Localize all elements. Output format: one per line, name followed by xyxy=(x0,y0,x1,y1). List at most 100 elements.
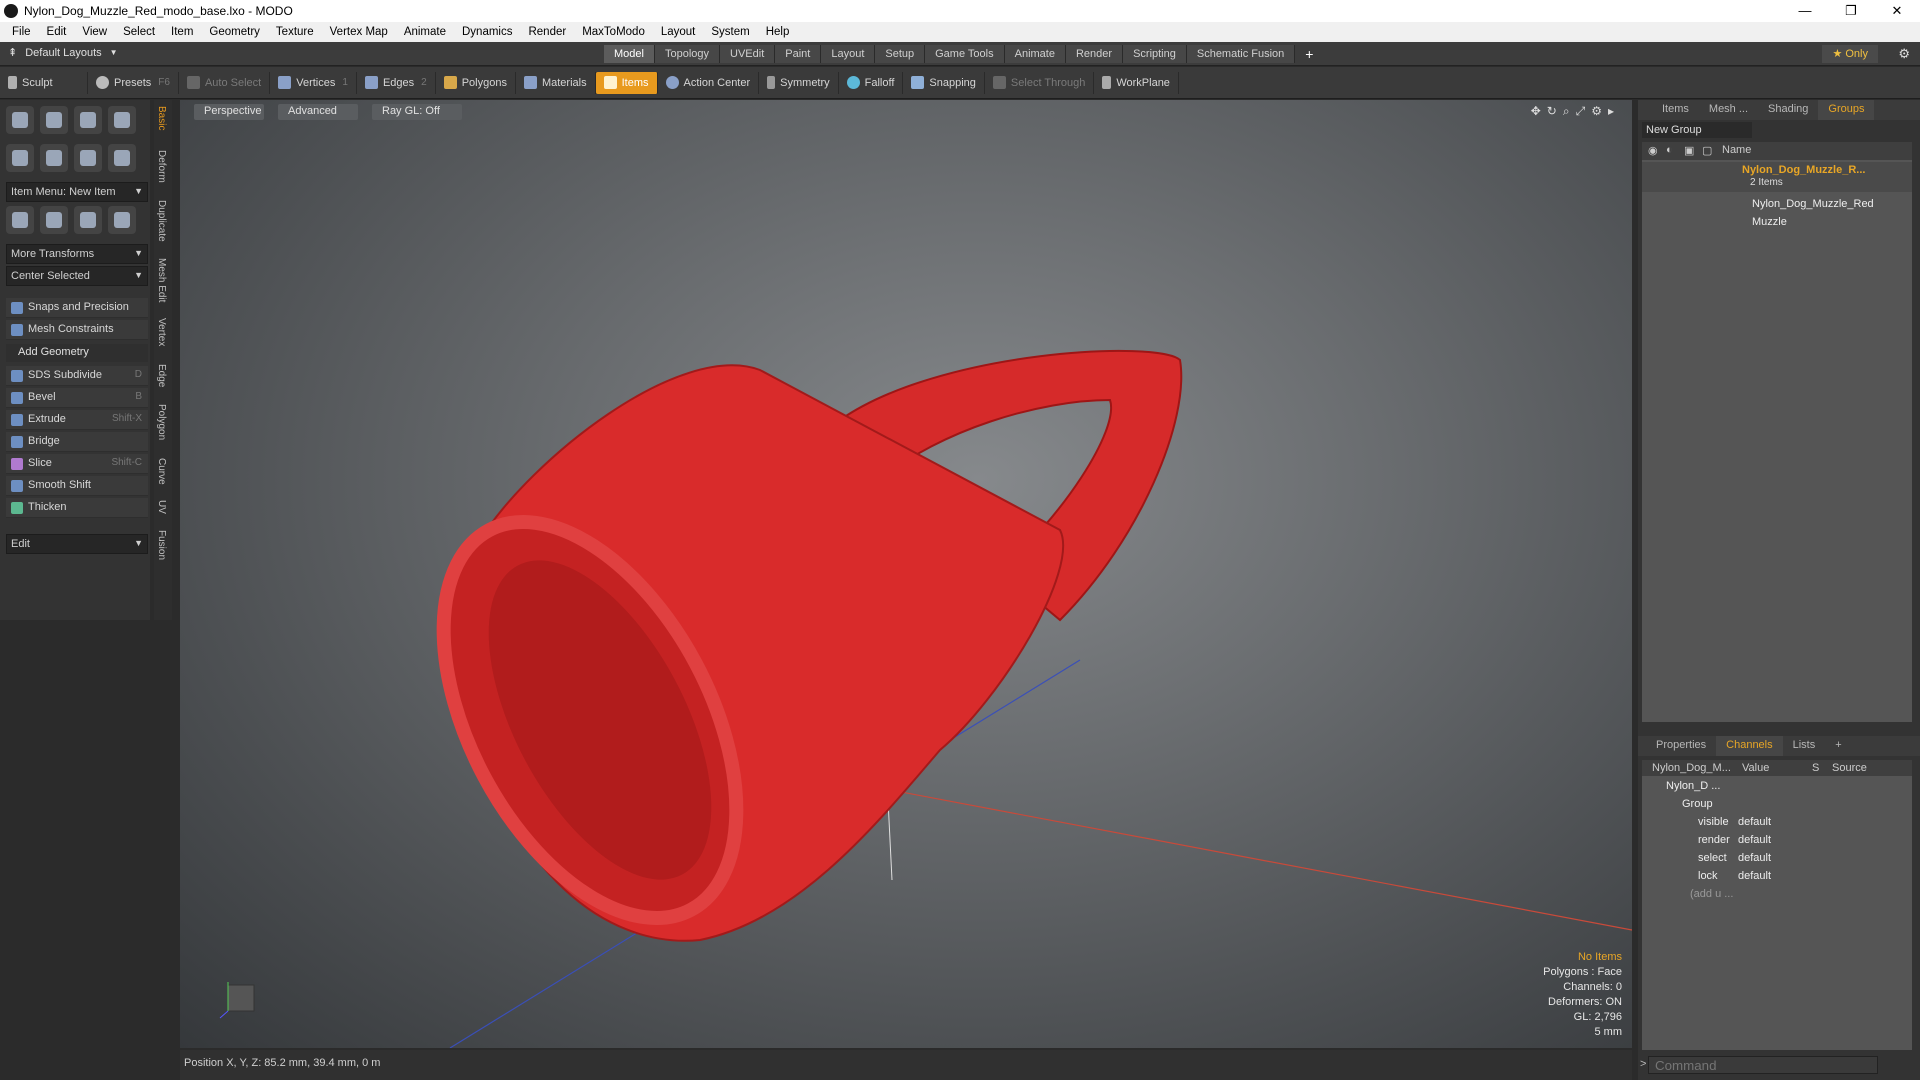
auto-select-button[interactable]: Auto Select xyxy=(179,71,271,94)
menu-render[interactable]: Render xyxy=(520,26,574,38)
item-menu-dropdown[interactable]: Item Menu: New Item ▼ xyxy=(6,182,148,202)
cylinder-icon[interactable] xyxy=(74,106,102,134)
tab-render[interactable]: Render xyxy=(1065,45,1124,63)
menu-texture[interactable]: Texture xyxy=(268,26,322,38)
sds-subdivide-button[interactable]: SDS Subdivide D xyxy=(6,366,148,386)
vtab-edge[interactable]: Edge xyxy=(156,364,167,387)
transform-icon[interactable] xyxy=(108,206,136,234)
edit-dropdown[interactable]: Edit ▼ xyxy=(6,534,148,554)
visibility-eye-icon[interactable]: ◉ xyxy=(1648,144,1658,157)
menu-system[interactable]: System xyxy=(703,26,757,38)
minimize-button[interactable]: — xyxy=(1782,0,1828,22)
tree-item-mesh[interactable]: Nylon_Dog_Muzzle_Red xyxy=(1642,196,1912,214)
action-center-button[interactable]: Action Center xyxy=(658,71,760,94)
menu-maxtomodo[interactable]: MaxToModo xyxy=(574,26,653,38)
gear-icon[interactable]: ⚙ xyxy=(1898,46,1910,62)
tree-item-muzzle[interactable]: Muzzle xyxy=(1642,214,1912,232)
tab-animate[interactable]: Animate xyxy=(1004,45,1066,63)
presets-button[interactable]: Presets F6 xyxy=(88,71,179,94)
menu-view[interactable]: View xyxy=(74,26,115,38)
ch-visible-value[interactable]: default xyxy=(1738,816,1771,828)
ch-render-value[interactable]: default xyxy=(1738,834,1771,846)
tab-groups[interactable]: Groups xyxy=(1818,100,1875,120)
command-input[interactable] xyxy=(1648,1056,1878,1074)
vtab-fusion[interactable]: Fusion xyxy=(156,530,167,560)
items-button[interactable]: Items xyxy=(595,71,658,94)
menu-dynamics[interactable]: Dynamics xyxy=(454,26,520,38)
sculpt-button[interactable]: Sculpt xyxy=(0,71,88,94)
3d-viewport[interactable]: Perspective Advanced Ray GL: Off ✥ ↻ ⌕ ⤢… xyxy=(180,100,1632,1048)
layouts-dropdown[interactable]: Default Layouts xyxy=(25,47,101,59)
scale-icon[interactable] xyxy=(74,206,102,234)
slice-button[interactable]: Slice Shift-C xyxy=(6,454,148,474)
rotate-icon[interactable] xyxy=(40,206,68,234)
tab-setup[interactable]: Setup xyxy=(875,45,926,63)
symmetry-button[interactable]: Symmetry xyxy=(759,71,839,94)
torus-icon[interactable] xyxy=(6,144,34,172)
menu-geometry[interactable]: Geometry xyxy=(201,26,268,38)
extrude-button[interactable]: Extrude Shift-X xyxy=(6,410,148,430)
select-icon[interactable]: ▢ xyxy=(1702,144,1712,157)
ch-row-group[interactable]: Group xyxy=(1642,796,1912,814)
vertices-button[interactable]: Vertices 1 xyxy=(270,71,357,94)
workplane-button[interactable]: WorkPlane xyxy=(1094,71,1179,94)
add-tab-button[interactable]: + xyxy=(1295,45,1323,63)
thicken-button[interactable]: Thicken xyxy=(6,498,148,518)
polygons-button[interactable]: Polygons xyxy=(436,71,516,94)
menu-edit[interactable]: Edit xyxy=(39,26,75,38)
tab-mesh[interactable]: Mesh ... xyxy=(1699,100,1758,120)
tab-topology[interactable]: Topology xyxy=(654,45,721,63)
menu-layout[interactable]: Layout xyxy=(653,26,704,38)
tab-game-tools[interactable]: Game Tools xyxy=(925,45,1005,63)
ch-row-select[interactable]: select default xyxy=(1642,850,1912,868)
move-icon[interactable] xyxy=(6,206,34,234)
vtab-mesh-edit[interactable]: Mesh Edit xyxy=(156,258,167,302)
menu-item[interactable]: Item xyxy=(163,26,201,38)
bridge-button[interactable]: Bridge xyxy=(6,432,148,452)
more-transforms-dropdown[interactable]: More Transforms ▼ xyxy=(6,244,148,264)
sphere-icon[interactable] xyxy=(40,106,68,134)
add-geometry-section[interactable]: Add Geometry xyxy=(6,344,148,362)
layout-expand-icon[interactable]: ⇞ xyxy=(8,46,17,59)
ch-row-item[interactable]: Nylon_D ... xyxy=(1642,778,1912,796)
tab-model[interactable]: Model xyxy=(604,45,655,63)
materials-button[interactable]: Materials xyxy=(516,71,596,94)
text-icon[interactable] xyxy=(108,144,136,172)
vtab-deform[interactable]: Deform xyxy=(156,150,167,183)
ch-lock-value[interactable]: default xyxy=(1738,870,1771,882)
ch-row-add-user[interactable]: (add u ... xyxy=(1642,886,1912,904)
cube-icon[interactable] xyxy=(6,106,34,134)
vtab-curve[interactable]: Curve xyxy=(156,458,167,485)
cone-icon[interactable] xyxy=(108,106,136,134)
snapping-button[interactable]: Snapping xyxy=(903,71,985,94)
ch-row-visible[interactable]: visible default xyxy=(1642,814,1912,832)
close-button[interactable]: ✕ xyxy=(1874,0,1920,22)
tab-schematic-fusion[interactable]: Schematic Fusion xyxy=(1186,45,1296,63)
tab-lists[interactable]: Lists xyxy=(1783,736,1826,756)
vtab-basic[interactable]: Basic xyxy=(156,106,167,130)
group-row[interactable]: Nylon_Dog_Muzzle_R... 2 Items xyxy=(1642,162,1912,192)
menu-help[interactable]: Help xyxy=(758,26,798,38)
lock-icon[interactable]: ▣ xyxy=(1684,144,1694,157)
tab-uvedit[interactable]: UVEdit xyxy=(720,45,776,63)
tab-paint[interactable]: Paint xyxy=(775,45,822,63)
falloff-button[interactable]: Falloff xyxy=(839,71,904,94)
center-selected-dropdown[interactable]: Center Selected ▼ xyxy=(6,266,148,286)
edges-button[interactable]: Edges 2 xyxy=(357,71,436,94)
new-group-button[interactable]: New Group xyxy=(1642,122,1752,138)
pen-icon[interactable] xyxy=(74,144,102,172)
menu-vertex-map[interactable]: Vertex Map xyxy=(322,26,396,38)
mesh-constraints-button[interactable]: Mesh Constraints xyxy=(6,320,148,340)
render-icon[interactable]: ◐ xyxy=(1666,144,1673,156)
ch-row-render[interactable]: render default xyxy=(1642,832,1912,850)
ch-row-lock[interactable]: lock default xyxy=(1642,868,1912,886)
select-through-button[interactable]: Select Through xyxy=(985,71,1095,94)
ch-select-value[interactable]: default xyxy=(1738,852,1771,864)
menu-select[interactable]: Select xyxy=(115,26,163,38)
tab-shading[interactable]: Shading xyxy=(1758,100,1818,120)
tab-channels[interactable]: Channels xyxy=(1716,736,1783,756)
smooth-shift-button[interactable]: Smooth Shift xyxy=(6,476,148,496)
vtab-vertex[interactable]: Vertex xyxy=(156,318,167,346)
tab-layout[interactable]: Layout xyxy=(821,45,876,63)
restore-button[interactable]: ❐ xyxy=(1828,0,1874,22)
